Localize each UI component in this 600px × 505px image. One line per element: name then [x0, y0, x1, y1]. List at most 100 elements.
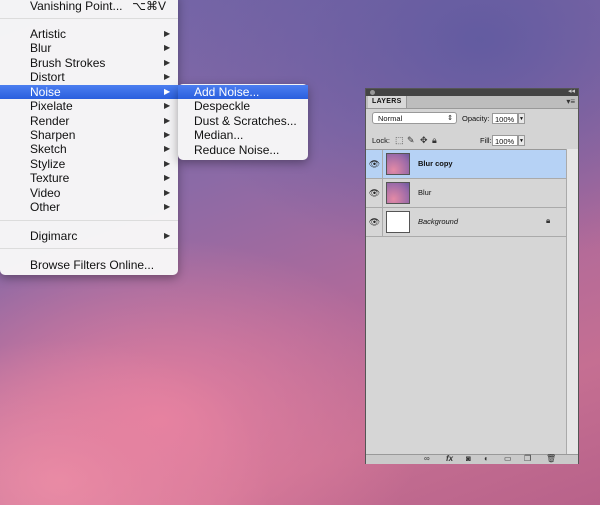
- tab-layers[interactable]: LAYERS: [368, 96, 407, 108]
- submenu-item-despeckle[interactable]: Despeckle: [178, 99, 308, 113]
- submenu-arrow-icon: ▶: [164, 116, 171, 125]
- filter-menu: Vanishing Point... ⌥⌘V Artistic ▶ Blur ▶ B…: [0, 0, 178, 275]
- link-icon[interactable]: ∞: [424, 454, 430, 464]
- layer-row-blur-copy[interactable]: 👁︎ Blur copy: [366, 150, 566, 179]
- menu-item-render[interactable]: Render ▶: [0, 114, 178, 128]
- fill-field[interactable]: 100%: [492, 135, 518, 146]
- layer-name: Blur: [418, 188, 432, 197]
- menu-item-label: Sharpen: [30, 128, 76, 142]
- submenu-arrow-icon: ▶: [164, 202, 171, 211]
- lock-all-icon[interactable]: 🔒︎: [432, 135, 437, 145]
- trash-icon[interactable]: 🗑︎: [546, 454, 556, 464]
- folder-icon[interactable]: ▭: [504, 454, 512, 464]
- panel-titlebar[interactable]: ◂◂: [366, 87, 578, 96]
- submenu-item-reduce-noise[interactable]: Reduce Noise...: [178, 143, 308, 157]
- opacity-label: Opacity:: [462, 114, 490, 123]
- submenu-arrow-icon: ▶: [164, 173, 171, 182]
- visibility-eye-icon[interactable]: 👁︎: [367, 150, 383, 178]
- submenu-item-label: Median...: [194, 128, 244, 142]
- menu-item-label: Digimarc: [30, 229, 78, 243]
- menu-item-label: Sketch: [30, 142, 67, 156]
- fill-dropdown-icon[interactable]: ▼: [518, 135, 525, 146]
- menu-item-sharpen[interactable]: Sharpen ▶: [0, 128, 178, 142]
- collapse-icon[interactable]: ◂◂: [568, 87, 575, 95]
- blend-mode-select[interactable]: Normal ⇕: [372, 112, 457, 124]
- submenu-arrow-icon: ▶: [164, 72, 171, 81]
- submenu-arrow-icon: ▶: [164, 144, 171, 153]
- menu-item-label: Stylize: [30, 157, 66, 171]
- menu-item-label: Brush Strokes: [30, 56, 106, 70]
- menu-item-label: Distort: [30, 70, 65, 84]
- opacity-field[interactable]: 100%: [492, 113, 518, 124]
- menu-item-video[interactable]: Video ▶: [0, 186, 178, 200]
- menu-item-browse-filters-online[interactable]: Browse Filters Online...: [0, 258, 178, 272]
- layer-thumbnail: [386, 211, 410, 233]
- submenu-arrow-icon: ▶: [164, 43, 171, 52]
- panel-menu-icon[interactable]: ▾≡: [566, 97, 575, 106]
- layers-panel: ◂◂ LAYERS ▾≡ Normal ⇕ Opacity: 100% ▼ Lo…: [365, 88, 579, 464]
- submenu-arrow-icon: ▶: [164, 29, 171, 38]
- menu-item-label: Noise: [30, 85, 61, 99]
- submenu-item-label: Dust & Scratches...: [194, 114, 297, 128]
- layer-name: Blur copy: [418, 159, 453, 168]
- submenu-arrow-icon: ▶: [164, 130, 171, 139]
- menu-item-pixelate[interactable]: Pixelate ▶: [0, 99, 178, 113]
- new-layer-icon[interactable]: ❐: [524, 454, 531, 464]
- adjustment-icon[interactable]: ◐: [484, 454, 489, 464]
- menu-item-artistic[interactable]: Artistic ▶: [0, 27, 178, 41]
- opacity-dropdown-icon[interactable]: ▼: [518, 113, 525, 124]
- layer-row-background[interactable]: 👁︎ Background 🔒︎: [366, 208, 566, 237]
- submenu-arrow-icon: ▶: [164, 58, 171, 67]
- menu-item-label: Vanishing Point...: [30, 0, 123, 13]
- menu-separator: [0, 248, 178, 249]
- fx-icon[interactable]: fx: [446, 454, 453, 464]
- submenu-arrow-icon: ▶: [164, 188, 171, 197]
- menu-item-label: Video: [30, 186, 61, 200]
- updown-arrow-icon: ⇕: [447, 115, 453, 122]
- submenu-item-label: Add Noise...: [194, 85, 260, 99]
- layers-scrollbar[interactable]: [566, 149, 578, 454]
- menu-item-texture[interactable]: Texture ▶: [0, 171, 178, 185]
- layer-thumbnail: [386, 182, 410, 204]
- lock-move-icon[interactable]: ✥: [420, 135, 428, 145]
- menu-item-other[interactable]: Other ▶: [0, 200, 178, 214]
- submenu-item-label: Reduce Noise...: [194, 143, 280, 157]
- menu-item-label: Other: [30, 200, 61, 214]
- menu-item-label: Artistic: [30, 27, 66, 41]
- blend-mode-value: Normal: [378, 114, 403, 123]
- menu-item-stylize[interactable]: Stylize ▶: [0, 157, 178, 171]
- menu-item-label: Pixelate: [30, 99, 73, 113]
- menu-item-vanishing-point[interactable]: Vanishing Point... ⌥⌘V: [0, 0, 178, 13]
- panel-tab-row: LAYERS ▾≡: [366, 96, 578, 109]
- visibility-eye-icon[interactable]: 👁︎: [367, 179, 383, 207]
- panel-footer: ∞ fx ◙ ◐ ▭ ❐ 🗑︎: [366, 454, 578, 464]
- layer-row-blur[interactable]: 👁︎ Blur: [366, 179, 566, 208]
- menu-item-noise[interactable]: Noise ▶: [0, 85, 178, 99]
- menu-item-label: Blur: [30, 41, 52, 55]
- layer-thumbnail: [386, 153, 410, 175]
- lock-brush-icon[interactable]: ✎: [407, 135, 415, 145]
- menu-item-brush-strokes[interactable]: Brush Strokes ▶: [0, 56, 178, 70]
- menu-item-label: Texture: [30, 171, 70, 185]
- menu-item-blur[interactable]: Blur ▶: [0, 41, 178, 55]
- submenu-item-median[interactable]: Median...: [178, 128, 308, 142]
- close-icon[interactable]: [370, 90, 375, 95]
- menu-item-label: Render: [30, 114, 70, 128]
- menu-item-digimarc[interactable]: Digimarc ▶: [0, 229, 178, 243]
- fill-label: Fill:: [480, 136, 492, 145]
- menu-separator: [0, 18, 178, 19]
- submenu-arrow-icon: ▶: [164, 87, 171, 96]
- submenu-item-add-noise[interactable]: Add Noise...: [178, 85, 308, 99]
- mask-icon[interactable]: ◙: [466, 454, 471, 464]
- submenu-arrow-icon: ▶: [164, 101, 171, 110]
- layer-name: Background: [418, 217, 459, 226]
- lock-transparency-icon[interactable]: ⬚: [395, 135, 404, 145]
- noise-submenu: Add Noise... Despeckle Dust & Scratches.…: [178, 84, 308, 160]
- menu-item-distort[interactable]: Distort ▶: [0, 70, 178, 84]
- submenu-arrow-icon: ▶: [164, 159, 171, 168]
- lock-icon: 🔒︎: [546, 216, 551, 225]
- visibility-eye-icon[interactable]: 👁︎: [367, 208, 383, 236]
- menu-item-shortcut: ⌥⌘V: [132, 0, 166, 13]
- submenu-item-dust-scratches[interactable]: Dust & Scratches...: [178, 114, 308, 128]
- menu-item-sketch[interactable]: Sketch ▶: [0, 142, 178, 156]
